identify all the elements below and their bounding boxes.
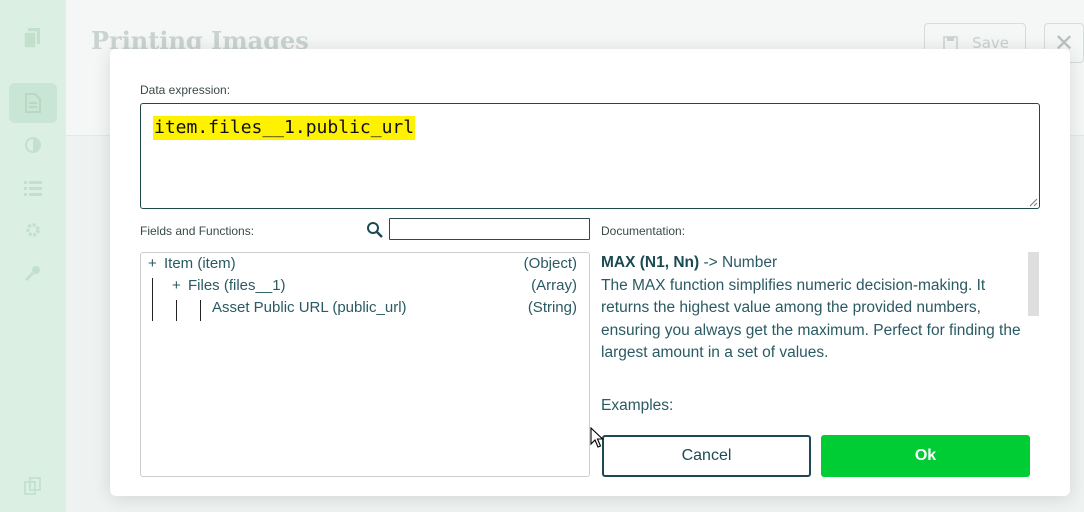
doc-signature-line: MAX (N1, Nn) -> Number (601, 252, 1021, 275)
doc-examples-label: Examples: (601, 397, 674, 414)
expand-icon[interactable]: + (148, 253, 157, 275)
tree-node-public-url[interactable]: Asset Public URL (public_url) (String) (141, 297, 589, 319)
doc-scrollbar[interactable] (1028, 252, 1039, 316)
doc-return-type: -> Number (699, 254, 778, 271)
resize-handle-icon[interactable] (1029, 198, 1038, 207)
fields-search-input[interactable] (389, 218, 590, 240)
tree-node-label: Item (item) (164, 255, 236, 272)
search-icon[interactable] (366, 221, 384, 239)
sidebar (0, 0, 66, 512)
tree-node-label: Asset Public URL (public_url) (212, 299, 407, 316)
tree-node-label: Files (files__1) (188, 277, 286, 294)
data-expression-dialog: Data expression: item.files__1.public_ur… (110, 49, 1070, 496)
doc-description: The MAX function simplifies numeric deci… (601, 276, 1021, 362)
tree-node-type: (String) (527, 299, 577, 316)
expression-label: Data expression: (140, 83, 231, 97)
file-icon[interactable] (22, 92, 44, 114)
document-stack-icon[interactable] (22, 27, 44, 49)
doc-signature: MAX (N1, Nn) (601, 254, 700, 271)
copy-icon[interactable] (22, 475, 44, 497)
expand-icon[interactable]: + (172, 275, 181, 297)
expression-value[interactable]: item.files__1.public_url (153, 116, 416, 140)
gear-icon[interactable] (22, 219, 44, 241)
key-icon[interactable] (22, 262, 44, 284)
documentation-panel: MAX (N1, Nn) -> Number The MAX function … (601, 252, 1021, 365)
fields-tree: + Item (item) (Object) + Files (files__1… (140, 252, 590, 477)
mouse-cursor-icon (590, 427, 604, 448)
contrast-icon[interactable] (22, 134, 44, 156)
tree-node-files[interactable]: + Files (files__1) (Array) (141, 275, 589, 297)
tree-node-item[interactable]: + Item (item) (Object) (141, 253, 589, 275)
tree-node-type: (Array) (531, 277, 577, 294)
list-icon[interactable] (22, 177, 44, 199)
cancel-button[interactable]: Cancel (602, 435, 811, 477)
fields-functions-label: Fields and Functions: (140, 224, 255, 238)
expression-textarea[interactable]: item.files__1.public_url (140, 103, 1040, 209)
tree-node-type: (Object) (523, 255, 577, 272)
ok-button[interactable]: Ok (821, 435, 1030, 477)
documentation-label: Documentation: (601, 224, 686, 238)
